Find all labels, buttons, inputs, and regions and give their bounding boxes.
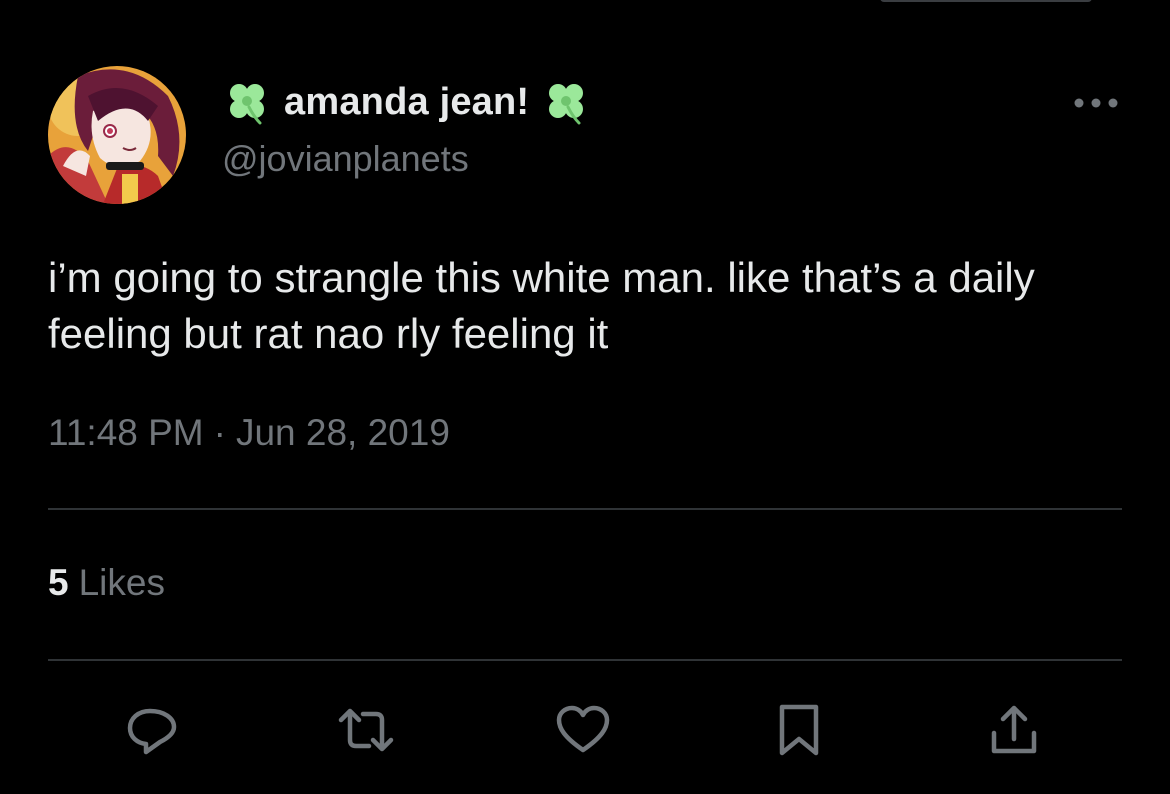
likes-label: Likes <box>78 562 165 603</box>
avatar[interactable] <box>48 66 186 204</box>
likes-count: 5 <box>48 562 69 603</box>
avatar-illustration <box>48 66 186 204</box>
share-button[interactable] <box>984 700 1044 760</box>
author-handle[interactable]: @jovianplanets <box>222 138 469 180</box>
action-bar <box>0 700 1170 760</box>
sheet-grab-handle <box>880 0 1092 2</box>
reply-icon <box>127 708 177 755</box>
author-display-name: amanda jean! <box>284 80 530 123</box>
tweet-time: 11:48 PM <box>48 412 204 453</box>
four-leaf-clover-icon <box>549 84 584 125</box>
tweet-date: Jun 28, 2019 <box>235 412 450 453</box>
bookmark-icon <box>779 704 819 756</box>
share-icon <box>991 705 1037 754</box>
retweet-button[interactable] <box>336 700 396 760</box>
tweet-timestamp[interactable]: 11:48 PM · Jun 28, 2019 <box>48 412 450 454</box>
reply-button[interactable] <box>122 700 182 760</box>
divider <box>48 508 1122 510</box>
divider <box>48 659 1122 661</box>
display-name-row[interactable]: amanda jean! <box>222 76 591 128</box>
heart-icon <box>556 705 610 753</box>
more-dots-icon <box>1074 98 1118 108</box>
likes-summary[interactable]: 5 Likes <box>48 562 165 604</box>
like-button[interactable] <box>553 700 613 760</box>
more-options-button[interactable] <box>1072 88 1120 118</box>
four-leaf-clover-icon <box>230 84 264 125</box>
tweet-text: i’m going to strangle this white man. li… <box>48 254 1047 357</box>
timestamp-separator: · <box>213 412 226 453</box>
retweet-icon <box>338 708 394 752</box>
bookmark-button[interactable] <box>769 700 829 760</box>
